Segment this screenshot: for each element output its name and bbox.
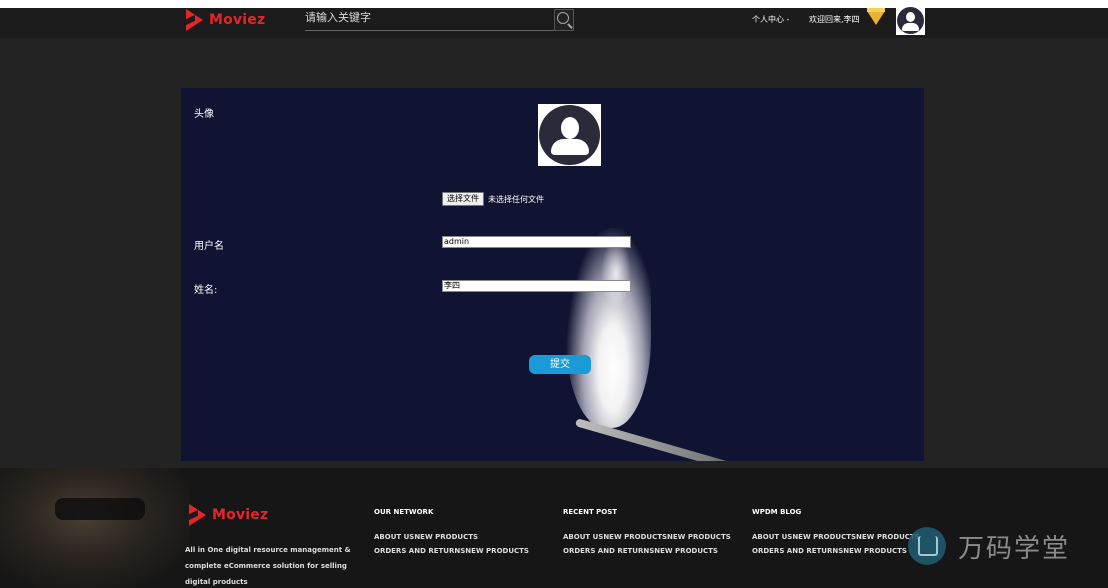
- footer-col-title: RECENT POST: [563, 508, 618, 516]
- footer-logo[interactable]: Moviez: [189, 504, 268, 526]
- footer-background-image: [0, 468, 190, 588]
- logo-text: Moviez: [209, 12, 266, 28]
- username-field[interactable]: admin: [442, 236, 631, 248]
- header-logo[interactable]: Moviez: [186, 9, 265, 31]
- choose-file-button[interactable]: 选择文件: [442, 192, 484, 206]
- watermark: 万码学堂: [908, 527, 1070, 565]
- footer-col-blog: WPDM BLOG ABOUT USNEW PRODUCTSNEW PRODUC…: [752, 508, 920, 558]
- file-status-text: 未选择任何文件: [488, 195, 544, 204]
- footer-link[interactable]: ORDERS AND RETURNSNEW PRODUCTS: [752, 544, 920, 558]
- user-center-menu[interactable]: 个人中心 -: [752, 14, 789, 25]
- search-button[interactable]: [554, 9, 574, 31]
- profile-form-panel: 头像 选择文件 未选择任何文件 用户名 admin 姓名: 李四 提交: [181, 88, 924, 461]
- avatar-label: 头像: [194, 109, 214, 120]
- user-icon: [539, 105, 600, 165]
- watermark-text: 万码学堂: [958, 533, 1071, 564]
- watermark-logo-icon: [908, 527, 946, 565]
- footer-col-title: OUR NETWORK: [374, 508, 434, 516]
- username-label: 用户名: [194, 241, 224, 252]
- footer-link[interactable]: ABOUT USNEW PRODUCTSNEW PRODUCTS: [563, 530, 731, 544]
- footer-col-recent-post: RECENT POST ABOUT USNEW PRODUCTSNEW PROD…: [563, 508, 731, 558]
- footer-link[interactable]: ORDERS AND RETURNSNEW PRODUCTS: [374, 544, 529, 558]
- logo-play-icon: [189, 504, 206, 526]
- footer-col-title: WPDM BLOG: [752, 508, 802, 516]
- submit-button[interactable]: 提交: [529, 355, 591, 374]
- top-strip: [0, 0, 1108, 8]
- search-icon: [557, 12, 569, 24]
- name-label: 姓名:: [194, 285, 218, 296]
- footer-description: All in One digital resource management &…: [185, 546, 351, 586]
- user-icon: [897, 7, 924, 34]
- footer-link[interactable]: ABOUT USNEW PRODUCTSNEW PRODUCTS: [752, 530, 920, 544]
- footer-link[interactable]: ORDERS AND RETURNSNEW PRODUCTS: [563, 544, 731, 558]
- footer-col-network: OUR NETWORK ABOUT USNEW PRODUCTS ORDERS …: [374, 508, 529, 558]
- user-avatar[interactable]: [896, 6, 925, 35]
- avatar-preview: [538, 104, 601, 166]
- search-input[interactable]: 请输入关键字: [305, 8, 555, 31]
- footer-link[interactable]: ABOUT USNEW PRODUCTS: [374, 530, 529, 544]
- welcome-text: 欢迎回来,李四: [809, 15, 860, 24]
- footer-logo-text: Moviez: [212, 507, 269, 523]
- name-field[interactable]: 李四: [442, 280, 631, 292]
- diamond-icon[interactable]: [867, 8, 885, 25]
- logo-play-icon: [186, 9, 203, 31]
